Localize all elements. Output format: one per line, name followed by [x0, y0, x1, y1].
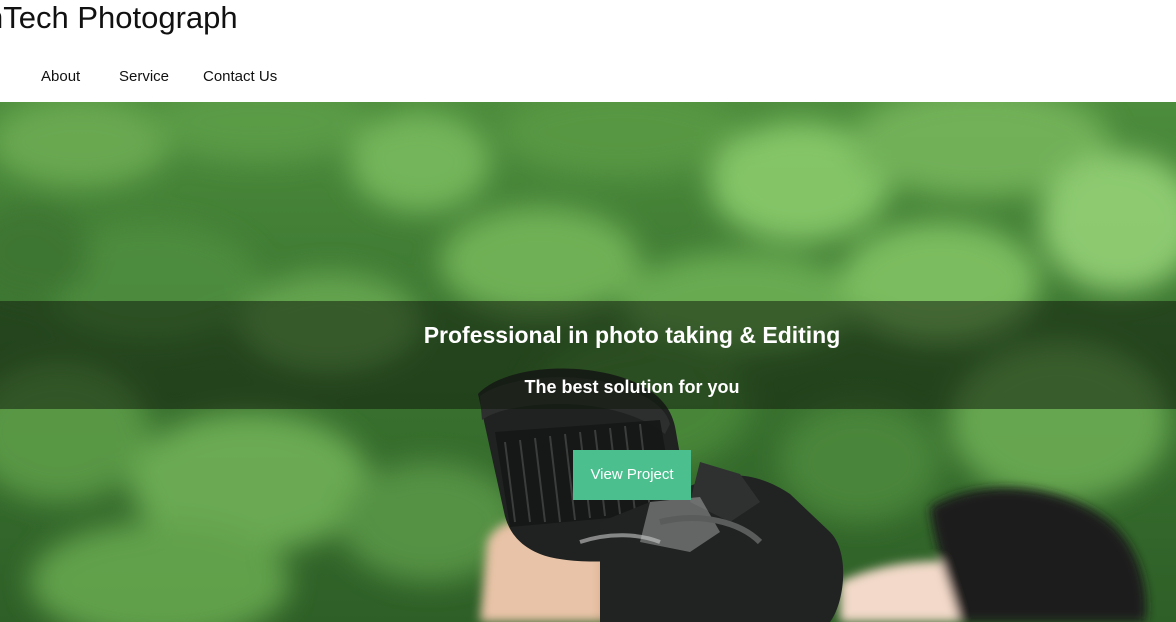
nav-item-contact-us[interactable]: Contact Us: [203, 66, 277, 88]
hero-title: Professional in photo taking & Editing: [423, 322, 841, 348]
site-header: nTech Photograph e About Service Contact…: [0, 0, 1176, 102]
view-project-button[interactable]: View Project: [573, 450, 691, 500]
nav-item-service[interactable]: Service: [119, 66, 169, 88]
brand-logo-text[interactable]: nTech Photograph: [0, 0, 238, 38]
hero-section: Professional in photo taking & Editing T…: [0, 102, 1176, 622]
hero-subtitle: The best solution for you: [524, 377, 740, 397]
nav-item-about[interactable]: About: [41, 66, 80, 88]
